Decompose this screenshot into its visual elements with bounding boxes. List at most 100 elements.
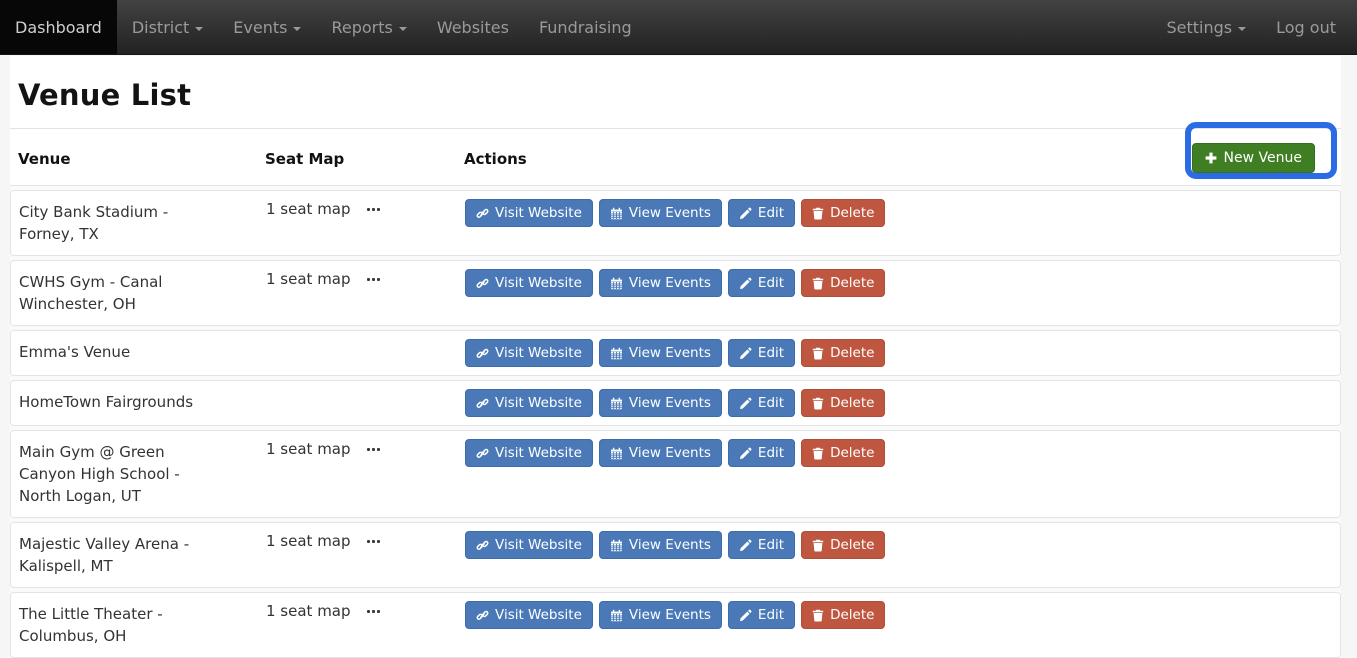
nav-item-fundraising[interactable]: Fundraising bbox=[524, 0, 647, 54]
calendar-icon bbox=[610, 347, 623, 360]
visit-website-button[interactable]: Visit Website bbox=[465, 439, 593, 467]
table-header-row: Venue Seat Map Actions New Venue bbox=[10, 128, 1341, 186]
delete-button[interactable]: Delete bbox=[801, 439, 885, 467]
calendar-icon bbox=[610, 207, 623, 220]
nav-item-dashboard[interactable]: Dashboard bbox=[0, 0, 117, 54]
row-actions: Visit Website View Events Edit bbox=[465, 523, 1340, 587]
nav-item-label: Dashboard bbox=[15, 18, 102, 37]
top-navbar: Dashboard District Events Reports Websites Fu… bbox=[0, 0, 1357, 55]
delete-button[interactable]: Delete bbox=[801, 389, 885, 417]
ellipsis-icon[interactable] bbox=[365, 607, 382, 616]
view-events-button[interactable]: View Events bbox=[599, 269, 722, 297]
row-actions: Visit Website View Events Edit bbox=[465, 261, 1340, 325]
calendar-icon bbox=[610, 277, 623, 290]
nav-item-settings[interactable]: Settings bbox=[1152, 0, 1262, 54]
navbar-left: Dashboard District Events Reports Websites Fu… bbox=[0, 0, 647, 54]
trash-icon bbox=[812, 347, 824, 360]
row-actions: Visit Website View Events Edit bbox=[465, 431, 1340, 517]
edit-button[interactable]: Edit bbox=[728, 601, 795, 629]
table-row: Majestic Valley Arena - Kalispell, MT 1 … bbox=[10, 522, 1341, 588]
nav-item-reports[interactable]: Reports bbox=[316, 0, 421, 54]
visit-website-button[interactable]: Visit Website bbox=[465, 269, 593, 297]
seat-map-cell bbox=[266, 331, 465, 340]
link-icon bbox=[476, 539, 489, 552]
nav-item-label: District bbox=[132, 18, 189, 37]
trash-icon bbox=[812, 609, 824, 622]
nav-item-label: Log out bbox=[1276, 18, 1336, 37]
nav-item-websites[interactable]: Websites bbox=[422, 0, 524, 54]
row-actions: Visit Website View Events Edit bbox=[465, 381, 1340, 425]
view-events-button[interactable]: View Events bbox=[599, 199, 722, 227]
new-venue-button[interactable]: New Venue bbox=[1192, 143, 1315, 173]
pencil-icon bbox=[739, 539, 752, 552]
table-body: City Bank Stadium - Forney, TX 1 seat ma… bbox=[10, 190, 1341, 658]
link-icon bbox=[476, 347, 489, 360]
nav-item-label: Websites bbox=[437, 18, 509, 37]
table-row: City Bank Stadium - Forney, TX 1 seat ma… bbox=[10, 190, 1341, 256]
chevron-down-icon bbox=[195, 27, 203, 31]
chevron-down-icon bbox=[1238, 27, 1246, 31]
plus-icon bbox=[1205, 152, 1217, 164]
trash-icon bbox=[812, 277, 824, 290]
pencil-icon bbox=[739, 447, 752, 460]
ellipsis-icon[interactable] bbox=[365, 537, 382, 546]
nav-item-label: Events bbox=[233, 18, 287, 37]
pencil-icon bbox=[739, 347, 752, 360]
edit-button[interactable]: Edit bbox=[728, 269, 795, 297]
seat-map-label: 1 seat map bbox=[266, 200, 351, 218]
edit-button[interactable]: Edit bbox=[728, 199, 795, 227]
calendar-icon bbox=[610, 539, 623, 552]
venue-name: The Little Theater - Columbus, OH bbox=[11, 593, 266, 657]
nav-item-label: Reports bbox=[331, 18, 392, 37]
ellipsis-icon[interactable] bbox=[365, 445, 382, 454]
ellipsis-icon[interactable] bbox=[365, 205, 382, 214]
row-actions: Visit Website View Events Edit bbox=[465, 331, 1340, 375]
table-row: Main Gym @ Green Canyon High School - No… bbox=[10, 430, 1341, 518]
view-events-button[interactable]: View Events bbox=[599, 601, 722, 629]
trash-icon bbox=[812, 539, 824, 552]
view-events-button[interactable]: View Events bbox=[599, 339, 722, 367]
delete-button[interactable]: Delete bbox=[801, 601, 885, 629]
venue-table: Venue Seat Map Actions New Venue City Ba… bbox=[10, 128, 1341, 658]
nav-item-events[interactable]: Events bbox=[218, 0, 316, 54]
link-icon bbox=[476, 609, 489, 622]
delete-button[interactable]: Delete bbox=[801, 199, 885, 227]
content-panel: Venue List Venue Seat Map Actions New Ve… bbox=[10, 56, 1341, 642]
nav-item-district[interactable]: District bbox=[117, 0, 218, 54]
pencil-icon bbox=[739, 609, 752, 622]
seat-map-label: 1 seat map bbox=[266, 602, 351, 620]
navbar-right: Settings Log out bbox=[1152, 0, 1357, 54]
column-header-venue: Venue bbox=[10, 129, 265, 185]
edit-button[interactable]: Edit bbox=[728, 439, 795, 467]
venue-name: Emma's Venue bbox=[11, 331, 266, 375]
chevron-down-icon bbox=[293, 27, 301, 31]
ellipsis-icon[interactable] bbox=[365, 275, 382, 284]
visit-website-button[interactable]: Visit Website bbox=[465, 389, 593, 417]
seat-map-cell: 1 seat map bbox=[266, 523, 465, 550]
pencil-icon bbox=[739, 207, 752, 220]
delete-button[interactable]: Delete bbox=[801, 531, 885, 559]
seat-map-label: 1 seat map bbox=[266, 270, 351, 288]
venue-name: City Bank Stadium - Forney, TX bbox=[11, 191, 266, 255]
edit-button[interactable]: Edit bbox=[728, 389, 795, 417]
trash-icon bbox=[812, 397, 824, 410]
row-actions: Visit Website View Events Edit bbox=[465, 593, 1340, 657]
view-events-button[interactable]: View Events bbox=[599, 389, 722, 417]
edit-button[interactable]: Edit bbox=[728, 339, 795, 367]
nav-item-label: Fundraising bbox=[539, 18, 632, 37]
visit-website-button[interactable]: Visit Website bbox=[465, 339, 593, 367]
link-icon bbox=[476, 397, 489, 410]
visit-website-button[interactable]: Visit Website bbox=[465, 601, 593, 629]
nav-item-log-out[interactable]: Log out bbox=[1261, 0, 1351, 54]
visit-website-button[interactable]: Visit Website bbox=[465, 531, 593, 559]
seat-map-cell bbox=[266, 381, 465, 390]
column-header-seat-map: Seat Map bbox=[265, 129, 464, 185]
view-events-button[interactable]: View Events bbox=[599, 531, 722, 559]
edit-button[interactable]: Edit bbox=[728, 531, 795, 559]
delete-button[interactable]: Delete bbox=[801, 339, 885, 367]
visit-website-button[interactable]: Visit Website bbox=[465, 199, 593, 227]
view-events-button[interactable]: View Events bbox=[599, 439, 722, 467]
seat-map-label: 1 seat map bbox=[266, 440, 351, 458]
venue-name: CWHS Gym - Canal Winchester, OH bbox=[11, 261, 266, 325]
delete-button[interactable]: Delete bbox=[801, 269, 885, 297]
